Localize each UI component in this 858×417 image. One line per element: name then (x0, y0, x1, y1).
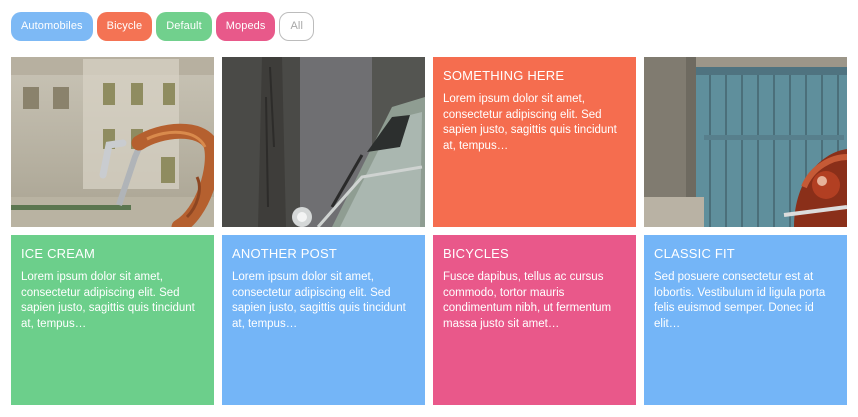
car-windshield-photo[interactable] (222, 57, 425, 227)
bicycle-photo-image (11, 57, 214, 227)
post-card-ice-cream[interactable]: ICE CREAM Lorem ipsum dolor sit amet, co… (11, 235, 214, 405)
moped-photo-image (644, 57, 847, 227)
car-photo-image (222, 57, 425, 227)
post-card-classic-fit[interactable]: CLASSIC FIT Sed posuere consectetur est … (644, 235, 847, 405)
filter-all-button[interactable]: All (279, 12, 315, 41)
post-grid: SOMETHING HERE Lorem ipsum dolor sit ame… (11, 57, 847, 405)
post-title: ICE CREAM (21, 246, 96, 261)
post-card-another-post[interactable]: ANOTHER POST Lorem ipsum dolor sit amet,… (222, 235, 425, 405)
blue-door-moped-photo[interactable] (644, 57, 847, 227)
category-filter-bar: Automobiles Bicycle Default Mopeds All (11, 12, 315, 41)
filter-automobiles-button[interactable]: Automobiles (11, 12, 93, 41)
bicycle-handlebar-photo[interactable] (11, 57, 214, 227)
filter-mopeds-button[interactable]: Mopeds (215, 12, 276, 41)
post-title: ANOTHER POST (232, 246, 337, 261)
filter-default-button[interactable]: Default (156, 12, 212, 41)
post-card-something-here[interactable]: SOMETHING HERE Lorem ipsum dolor sit ame… (433, 57, 636, 227)
post-excerpt: Sed posuere consectetur est at lobortis.… (654, 271, 826, 330)
post-title: BICYCLES (443, 246, 509, 261)
post-excerpt: Lorem ipsum dolor sit amet, consectetur … (21, 271, 195, 330)
post-title: SOMETHING HERE (443, 68, 565, 83)
post-excerpt: Fusce dapibus, tellus ac cursus commodo,… (443, 271, 612, 330)
post-title: CLASSIC FIT (654, 246, 735, 261)
post-excerpt: Lorem ipsum dolor sit amet, consectetur … (443, 93, 617, 152)
post-excerpt: Lorem ipsum dolor sit amet, consectetur … (232, 271, 406, 330)
filter-bicycle-button[interactable]: Bicycle (96, 12, 153, 41)
post-card-bicycles[interactable]: BICYCLES Fusce dapibus, tellus ac cursus… (433, 235, 636, 405)
